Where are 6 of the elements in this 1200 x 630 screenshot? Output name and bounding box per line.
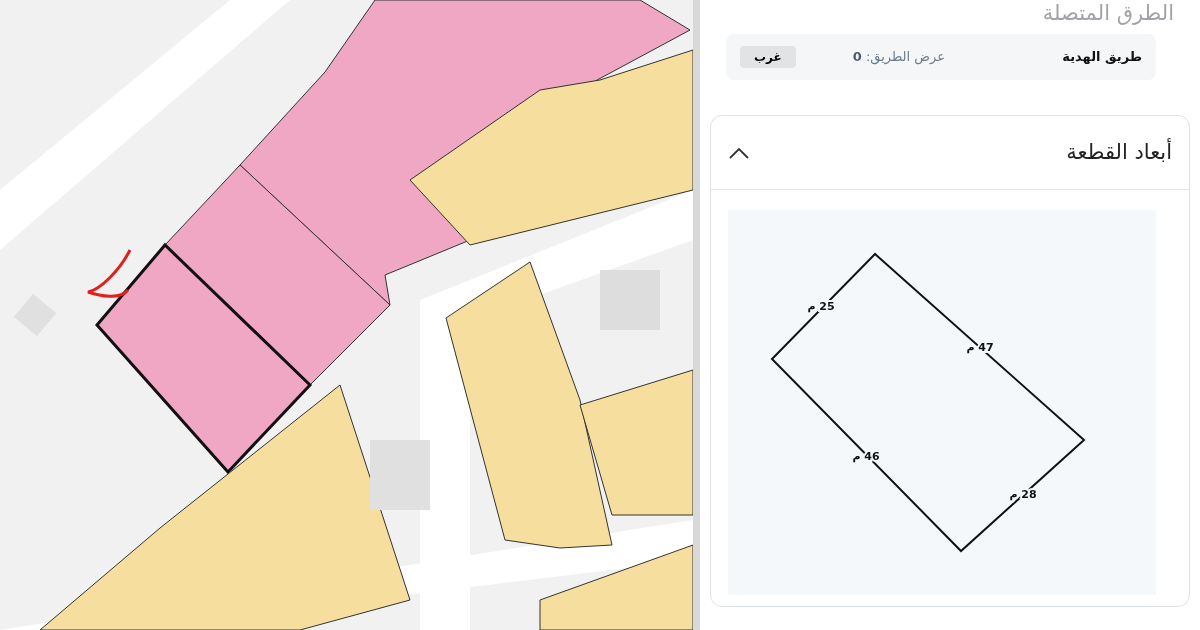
side-length: 28 م	[1009, 488, 1037, 501]
scrollbar[interactable]	[693, 0, 700, 630]
road-name: طريق الهدية	[1061, 48, 1142, 67]
dimensions-header[interactable]: أبعاد القطعة	[711, 116, 1189, 190]
direction-badge: غرب	[740, 46, 796, 68]
section-title: الطرق المتصلة	[1041, 0, 1174, 26]
